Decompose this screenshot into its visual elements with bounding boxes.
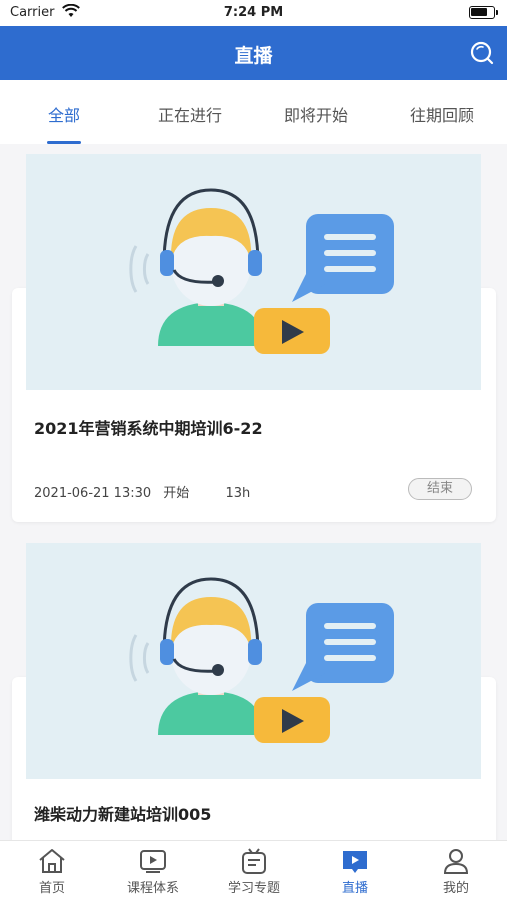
tab-all[interactable]: 全部: [1, 102, 127, 126]
status-bar: Carrier 7:24 PM: [0, 0, 507, 26]
user-icon: [443, 849, 469, 874]
home-icon: [39, 849, 65, 873]
tabbar-label: 课程体系: [126, 881, 179, 896]
live-date: 2021-06-21 13:30: [34, 486, 152, 501]
live-icon: [343, 851, 367, 873]
tab-upcoming[interactable]: 即将开始: [253, 102, 379, 126]
search-icon[interactable]: [469, 40, 495, 66]
live-cover-image[interactable]: [26, 543, 481, 779]
tabbar-topics[interactable]: 学习专题: [204, 847, 304, 896]
live-duration: 13h: [225, 486, 251, 501]
tabbar-label: 我的: [442, 881, 469, 896]
live-title: 2021年营销系统中期培训6-22: [34, 419, 263, 438]
tab-past[interactable]: 往期回顾: [379, 102, 505, 126]
status-time: 7:24 PM: [223, 5, 284, 20]
tabbar-home[interactable]: 首页: [2, 847, 102, 896]
status-badge: 结束: [408, 478, 472, 500]
tabbar-courses[interactable]: 课程体系: [103, 847, 203, 896]
filter-tabs: 全部 正在进行 即将开始 往期回顾: [0, 80, 507, 144]
tabbar-label: 直播: [341, 881, 368, 896]
tabbar-label: 首页: [38, 881, 65, 896]
tabbar-profile[interactable]: 我的: [406, 847, 506, 896]
tabbar-label: 学习专题: [227, 881, 280, 896]
tab-indicator: [47, 141, 81, 144]
nav-bar: 直播: [0, 26, 507, 80]
live-meta: 2021-06-21 13:30 开始 13h: [34, 482, 258, 501]
live-title: 潍柴动力新建站培训005: [34, 805, 212, 824]
topic-icon: [242, 848, 266, 874]
headset-person-illustration: [129, 188, 394, 354]
battery-icon: [469, 6, 498, 19]
page-title: 直播: [234, 45, 273, 67]
tab-ongoing[interactable]: 正在进行: [127, 102, 253, 126]
live-cover-image[interactable]: [26, 154, 481, 390]
headset-person-illustration: [129, 577, 394, 743]
live-start-label: 开始: [163, 486, 190, 501]
bottom-tab-bar: 首页 课程体系 学习专题 直播 我的: [0, 840, 507, 900]
video-icon: [140, 850, 166, 873]
tabbar-live[interactable]: 直播: [305, 847, 405, 896]
